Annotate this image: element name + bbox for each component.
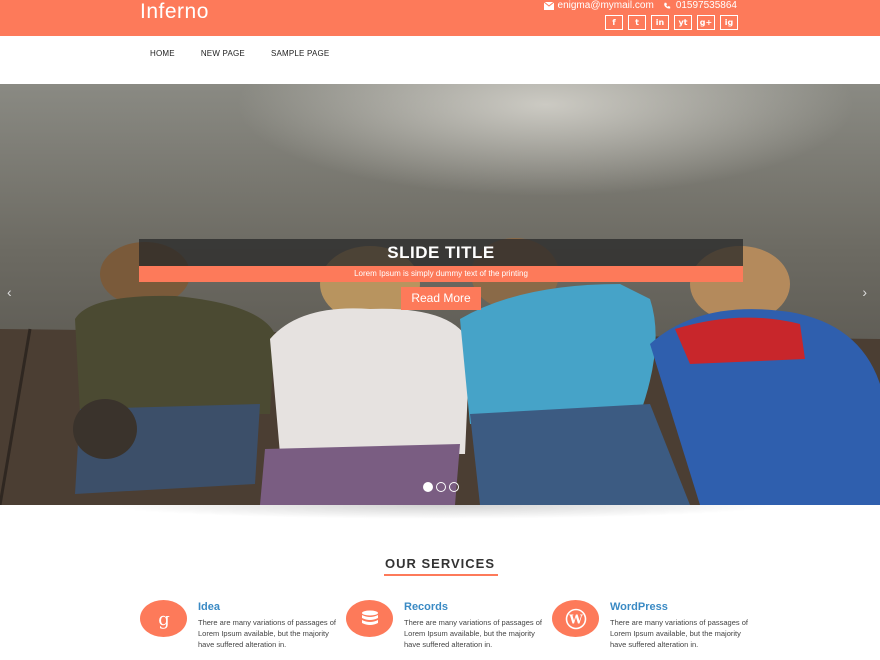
read-more-button[interactable]: Read More (401, 287, 481, 310)
slider-dot-1[interactable] (423, 482, 433, 492)
database-icon (346, 600, 393, 637)
service-item-records: Records There are many variations of pas… (346, 600, 546, 660)
social-links: f t in yt g+ ig (605, 15, 738, 30)
slide-title: SLIDE TITLE (139, 239, 743, 267)
svg-text:W: W (568, 612, 583, 626)
service-title[interactable]: Records (404, 601, 448, 613)
phone-text: 01597535864 (675, 0, 737, 11)
service-text: There are many variations of passages of… (404, 618, 542, 649)
service-text: There are many variations of passages of… (610, 618, 748, 649)
service-item-wordpress: W WordPress There are many variations of… (552, 600, 752, 660)
site-title[interactable]: Inferno (140, 0, 209, 24)
linkedin-icon[interactable]: in (651, 15, 669, 30)
service-text: There are many variations of passages of… (198, 618, 336, 649)
slider-dot-3[interactable] (449, 482, 459, 492)
slider-shadow (100, 505, 780, 519)
email-contact[interactable]: enigma@mymail.com (543, 0, 654, 11)
service-item-idea: g Idea There are many variations of pass… (140, 600, 340, 660)
svg-text:g: g (158, 609, 170, 629)
services-underline (384, 574, 498, 576)
service-title[interactable]: Idea (198, 601, 220, 613)
nav-item-new-page[interactable]: NEW PAGE (201, 49, 245, 58)
contact-info: enigma@mymail.com 01597535864 (543, 0, 737, 11)
google-plus-icon: g (140, 600, 187, 637)
hero-slider: ‹ › SLIDE TITLE Lorem Ipsum is simply du… (0, 84, 880, 505)
wordpress-icon: W (552, 600, 599, 637)
slider-dot-2[interactable] (436, 482, 446, 492)
instagram-icon[interactable]: ig (720, 15, 738, 30)
email-text: enigma@mymail.com (557, 0, 654, 11)
nav-item-home[interactable]: HOME (150, 49, 175, 58)
phone-icon (664, 2, 671, 9)
phone-contact[interactable]: 01597535864 (662, 0, 737, 11)
main-nav: HOME NEW PAGE SAMPLE PAGE (0, 36, 880, 84)
twitter-icon[interactable]: t (628, 15, 646, 30)
email-icon (543, 1, 554, 10)
nav-item-sample-page[interactable]: SAMPLE PAGE (271, 49, 330, 58)
services-heading: OUR SERVICES (384, 556, 495, 571)
slide-subtitle: Lorem Ipsum is simply dummy text of the … (139, 266, 743, 282)
slider-next-button[interactable]: › (862, 284, 867, 300)
google-plus-icon[interactable]: g+ (697, 15, 715, 30)
top-bar: Inferno enigma@mymail.com 01597535864 f … (0, 0, 880, 36)
slider-prev-button[interactable]: ‹ (7, 284, 12, 300)
service-title[interactable]: WordPress (610, 601, 668, 613)
facebook-icon[interactable]: f (605, 15, 623, 30)
slider-dots (423, 482, 459, 492)
youtube-icon[interactable]: yt (674, 15, 692, 30)
